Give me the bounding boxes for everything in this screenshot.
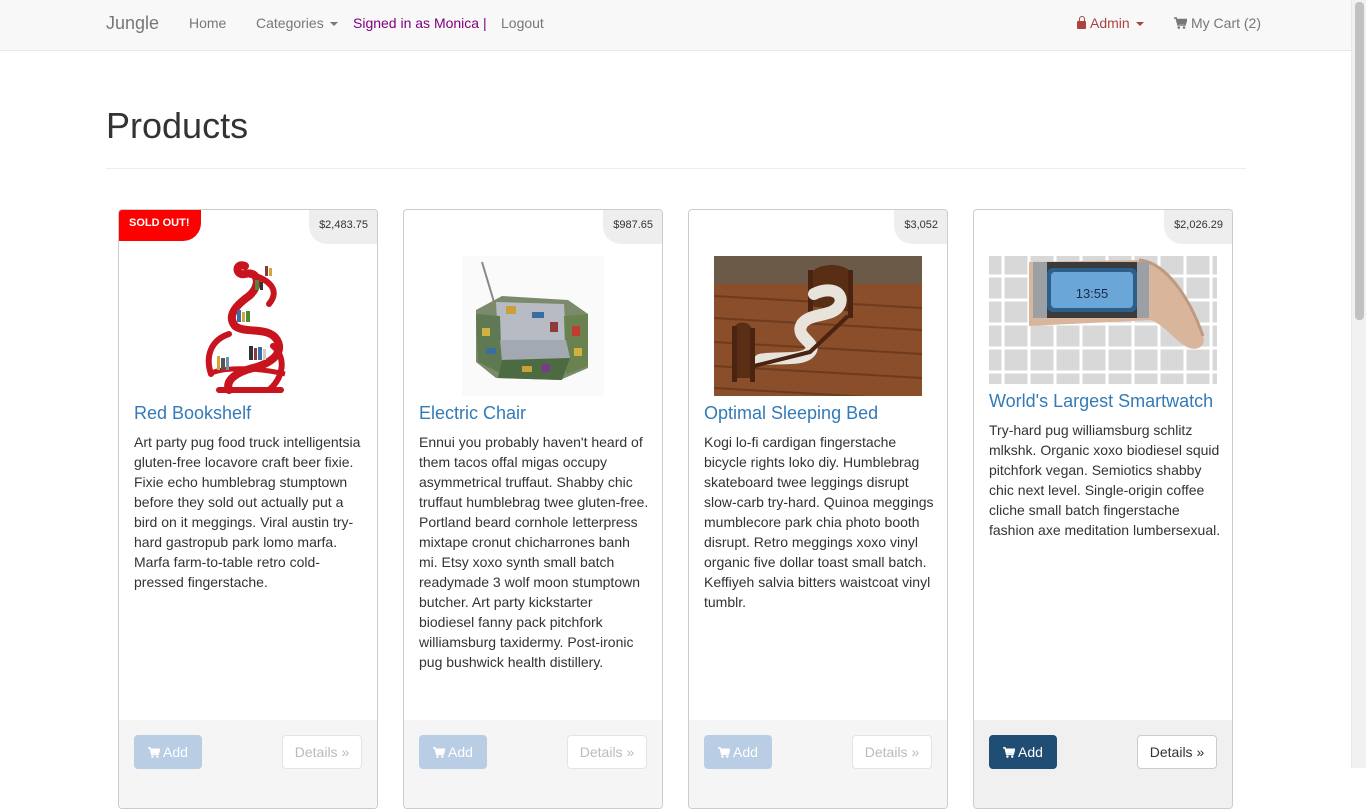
product-name-link[interactable]: Electric Chair — [419, 403, 526, 424]
add-label: Add — [733, 744, 758, 760]
signed-in-text: Signed in as Monica | — [353, 15, 487, 31]
add-to-cart-button[interactable]: Add — [989, 735, 1057, 769]
product-description: Art party pug food truck intelligentsia … — [134, 434, 361, 590]
admin-label: Admin — [1090, 15, 1130, 31]
chevron-down-icon — [1135, 22, 1144, 27]
details-button[interactable]: Details » — [282, 735, 362, 769]
cart-link[interactable]: My Cart (2) — [1174, 0, 1261, 46]
logout-link[interactable]: Logout — [501, 0, 544, 46]
product-image[interactable] — [689, 256, 947, 396]
price-tag: $987.65 — [603, 210, 662, 244]
navbar: Jungle Home Categories Signed in as Moni… — [0, 0, 1351, 51]
admin-dropdown[interactable]: Admin — [1077, 0, 1144, 46]
price-tag: $3,052 — [894, 210, 947, 244]
product-description: Ennui you probably haven't heard of them… — [419, 434, 649, 670]
page-title: Products — [106, 105, 249, 146]
product-image[interactable]: 13:55 — [974, 256, 1232, 384]
add-to-cart-button[interactable]: Add — [134, 735, 202, 769]
product-name-link[interactable]: Optimal Sleeping Bed — [704, 403, 878, 424]
details-button[interactable]: Details » — [1137, 735, 1217, 769]
add-label: Add — [1018, 744, 1043, 760]
add-label: Add — [448, 744, 473, 760]
add-to-cart-button[interactable]: Add — [704, 735, 772, 769]
brand-link[interactable]: Jungle — [106, 0, 159, 46]
sleeping-bed-image — [714, 256, 922, 396]
product-card: $987.65 Electric Chair Ennui you probabl… — [403, 209, 663, 809]
chevron-down-icon — [329, 22, 338, 27]
add-to-cart-button[interactable]: Add — [419, 735, 487, 769]
add-label: Add — [163, 744, 188, 760]
product-card: $2,026.29 13:55 World's Largest Smartwat… — [973, 209, 1233, 809]
shopping-cart-icon — [718, 747, 731, 758]
shopping-cart-icon — [1003, 747, 1016, 758]
product-description: Try-hard pug williamsburg schlitz mlkshk… — [989, 422, 1221, 538]
product-name-link[interactable]: Red Bookshelf — [134, 403, 251, 424]
card-footer: Add Details » — [689, 720, 947, 808]
red-bookshelf-image — [189, 256, 307, 396]
nav-home-link[interactable]: Home — [189, 0, 226, 46]
product-name-link[interactable]: World's Largest Smartwatch — [989, 391, 1213, 412]
scrollbar-thumb[interactable] — [1355, 2, 1364, 320]
electric-chair-image — [462, 256, 604, 396]
cart-label: My Cart (2) — [1191, 15, 1261, 31]
product-card: SOLD OUT! $2,483.75 Red Bookshelf Art pa… — [118, 209, 378, 809]
watch-time-text: 13:55 — [1076, 286, 1109, 301]
card-footer: Add Details » — [119, 720, 377, 808]
categories-label: Categories — [256, 15, 324, 31]
product-card: $3,052 Optimal Sleeping Bed Kogi lo-fi c… — [688, 209, 948, 809]
card-footer: Add Details » — [974, 720, 1232, 808]
product-image[interactable] — [119, 256, 377, 396]
card-footer: Add Details » — [404, 720, 662, 808]
shopping-cart-icon — [433, 747, 446, 758]
details-button[interactable]: Details » — [567, 735, 647, 769]
shopping-cart-icon — [1174, 17, 1187, 29]
title-divider — [106, 168, 1246, 169]
product-image[interactable] — [404, 256, 662, 396]
page-scrollbar[interactable] — [1351, 0, 1366, 768]
price-tag: $2,483.75 — [309, 210, 377, 244]
lock-icon — [1077, 16, 1086, 29]
shopping-cart-icon — [148, 747, 161, 758]
details-button[interactable]: Details » — [852, 735, 932, 769]
categories-dropdown[interactable]: Categories — [256, 0, 338, 46]
sold-out-badge: SOLD OUT! — [119, 210, 201, 241]
product-description: Kogi lo-fi cardigan fingerstache bicycle… — [704, 434, 934, 610]
smartwatch-image: 13:55 — [989, 256, 1217, 384]
price-tag: $2,026.29 — [1164, 210, 1232, 244]
